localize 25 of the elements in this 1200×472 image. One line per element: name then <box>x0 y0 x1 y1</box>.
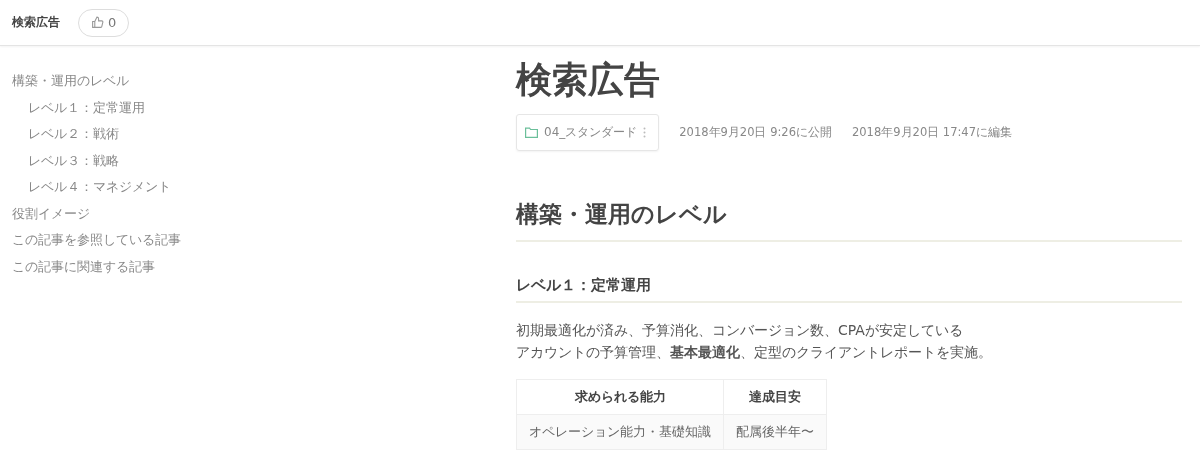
toc-link[interactable]: 役割イメージ <box>12 200 90 227</box>
like-button[interactable]: 0 <box>78 8 130 37</box>
paragraph-line: アカウントの予算管理、基本最適化、定型のクライアントレポートを実施。 <box>516 343 993 362</box>
table-cell: オペレーション能力・基礎知識 <box>516 414 724 450</box>
section-heading: 構築・運用のレベル <box>516 199 1182 242</box>
table-cell: 配属後半年〜 <box>723 414 827 450</box>
table-header: 求められる能力 <box>516 379 724 415</box>
toc-link[interactable]: レベル３：戦略 <box>12 147 119 174</box>
toc-link[interactable]: 構築・運用のレベル <box>12 68 129 95</box>
table-header: 達成目安 <box>723 379 827 415</box>
article-title: 検索広告 <box>516 58 661 102</box>
folder-icon <box>525 127 538 138</box>
edited-date: 2018年9月20日 17:47に編集 <box>852 125 1012 140</box>
toc-link[interactable]: レベル２：戦術 <box>12 121 119 148</box>
toc-link[interactable]: レベル１：定常運用 <box>12 94 145 121</box>
toc-link[interactable]: この記事に関連する記事 <box>12 253 155 280</box>
toc-link[interactable]: レベル４：マネジメント <box>12 174 171 201</box>
folder-tag[interactable]: 04_スタンダード <box>516 114 660 151</box>
paragraph-line: 初期最適化が済み、予算消化、コンバージョン数、CPAが安定している <box>516 321 964 340</box>
subsection-heading: レベル１：定常運用 <box>516 276 1182 303</box>
page-title: 検索広告 <box>12 14 60 31</box>
thumbs-up-icon <box>91 16 104 29</box>
toc-link[interactable]: この記事を参照している記事 <box>12 227 181 254</box>
folder-name: 04_スタンダード <box>544 124 638 141</box>
published-date: 2018年9月20日 9:26に公開 <box>679 125 832 140</box>
